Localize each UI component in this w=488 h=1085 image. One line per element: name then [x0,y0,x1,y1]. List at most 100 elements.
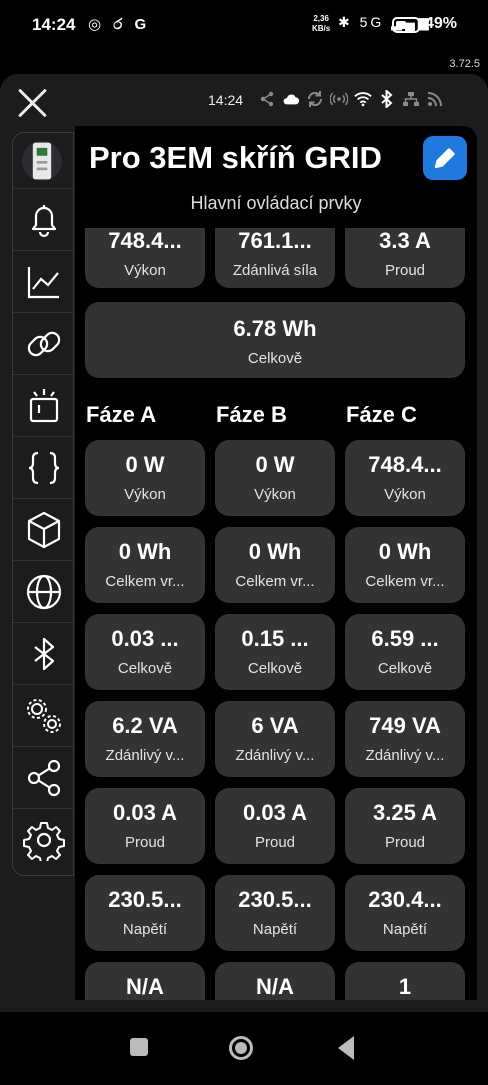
card-value: 6 VA [251,713,299,738]
card-value: 1 [398,974,412,999]
phase-c-card[interactable]: 1 [345,962,465,1000]
phase-b-card[interactable]: 0 W Výkon [215,440,335,516]
phase-c-card[interactable]: 748.4... Výkon [345,440,465,516]
card-label: Zdánlivý v... [105,747,185,764]
ethernet-icon[interactable] [402,90,420,108]
phase-c-card[interactable]: 3.25 A Proud [345,788,465,864]
connection-status-icons [258,90,444,108]
card-value: 6.59 ... [371,626,439,651]
card-value: 0.03 A [242,800,307,825]
phase-b-card[interactable]: N/A [215,962,335,1000]
rss-icon[interactable] [426,90,444,108]
share-icon[interactable] [258,90,276,108]
card-value: 0 Wh [118,539,172,564]
cloud-icon[interactable] [282,90,300,108]
phase-b-card[interactable]: 0.15 ... Celkově [215,614,335,690]
summary-power-card[interactable]: 748.4... Výkon [85,228,205,288]
nav-sharing[interactable] [13,747,74,809]
card-label: Celkově [247,660,303,677]
phase-c-card[interactable]: 749 VA Zdánlivý v... [345,701,465,777]
close-button[interactable] [14,84,50,120]
phase-b-card[interactable]: 0 Wh Celkem vr... [215,527,335,603]
pencil-icon [434,148,455,169]
battery-icon [392,17,420,33]
share-icon [27,759,60,796]
nav-advanced-settings[interactable] [13,685,74,747]
settings-multiple-icon [26,698,61,733]
card-label: Napětí [122,921,168,938]
card-value: 230.5... [108,887,182,912]
phase-b-card[interactable]: 0.03 A Proud [215,788,335,864]
card-value: 0 W [255,452,295,477]
controls-scroll-area[interactable]: 748.4... Výkon 761.1... Zdánlivá síla 3.… [75,228,477,1000]
device-title: Pro 3EM skříň GRID [89,140,382,175]
card-label: Zdánlivý v... [365,747,445,764]
phase-a-card[interactable]: N/A [85,962,205,1000]
card-value: 0.15 ... [241,626,309,651]
card-label: Výkon [124,486,166,503]
phase-a-card[interactable]: 0.03 A Proud [85,788,205,864]
device-panel: Pro 3EM skříň GRID Hlavní ovládací prvky… [75,126,477,1000]
home-button[interactable] [229,1036,253,1060]
phase-a-card[interactable]: 230.5... Napětí [85,875,205,951]
nav-notifications[interactable] [13,189,74,251]
card-value: 0 Wh [248,539,302,564]
summary-apparent-power-card[interactable]: 761.1... Zdánlivá síla [215,228,335,288]
card-label: Výkon [254,486,296,503]
nav-network[interactable] [13,561,74,623]
nav-device-image[interactable] [13,133,74,189]
card-value: 0.03 A [112,800,177,825]
recent-apps-button[interactable] [130,1038,148,1056]
nav-links[interactable] [13,313,74,375]
device-icon [21,140,62,181]
edit-name-button[interactable] [423,136,467,180]
status-notification-icons: ◎ ර G [88,16,151,33]
sync-icon[interactable] [306,90,324,108]
nav-settings[interactable] [13,809,74,871]
package-icon [27,511,60,548]
phase-a-card[interactable]: 6.2 VA Zdánlivý v... [85,701,205,777]
summary-current-card[interactable]: 3.3 A Proud [345,228,465,288]
phase-b-card[interactable]: 6 VA Zdánlivý v... [215,701,335,777]
card-label: Proud [254,834,296,851]
card-label: Proud [124,834,166,851]
card-value: 0.03 ... [111,626,179,651]
back-button[interactable] [338,1036,354,1060]
card-value: 3.25 A [372,800,437,825]
link-icon [27,331,60,356]
status-bar: 14:24 ◎ ර G 2,36 KB/s ✱ 5G ▂▄▆ 49% [0,0,488,52]
phase-c-card[interactable]: 230.4... Napětí [345,875,465,951]
nav-components[interactable] [13,499,74,561]
card-value: 748.4... [368,452,442,477]
chart-icon [27,266,59,298]
section-subtitle: Hlavní ovládací prvky [190,193,362,213]
phase-a-card[interactable]: 0.03 ... Celkově [85,614,205,690]
card-label: Napětí [252,921,298,938]
total-energy-card[interactable]: 6.78 Wh Celkově [85,302,465,378]
system-navigation-bar [0,1012,488,1085]
device-time: 14:24 [208,92,244,108]
nav-charts[interactable] [13,251,74,313]
settings-icon [22,822,65,861]
nav-actions[interactable] [13,375,74,437]
nav-scripts[interactable] [13,437,74,499]
phase-a-card[interactable]: 0 W Výkon [85,440,205,516]
wifi-icon[interactable] [354,90,372,108]
phase-a-card[interactable]: 0 Wh Celkem vr... [85,527,205,603]
phase-c-card[interactable]: 6.59 ... Celkově [345,614,465,690]
phase-a-header: Fáze A [86,402,157,427]
card-label: Celkem vr... [105,573,185,590]
card-value: 230.5... [238,887,312,912]
network-speed: 2,36 KB/s [312,14,331,33]
card-label: Zdánlivý v... [235,747,315,764]
phase-b-card[interactable]: 230.5... Napětí [215,875,335,951]
bluetooth-icon [33,637,54,670]
wifi-ap-icon[interactable] [330,90,348,108]
card-value: N/A [126,974,164,999]
card-value: 230.4... [368,887,442,912]
bluetooth-icon[interactable] [378,90,396,108]
battery-percent: 49% [425,15,458,32]
nav-bluetooth[interactable] [13,623,74,685]
phase-c-card[interactable]: 0 Wh Celkem vr... [345,527,465,603]
actions-icon [29,388,58,422]
